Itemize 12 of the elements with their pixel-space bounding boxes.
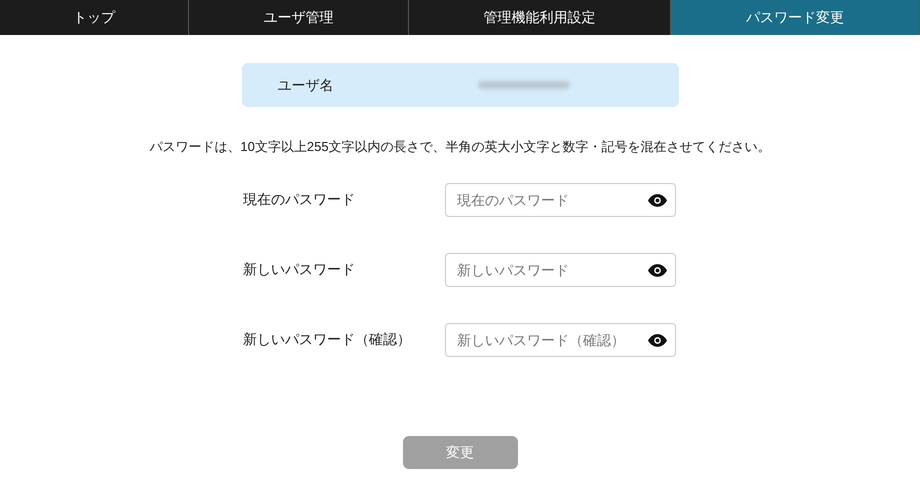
- eye-icon[interactable]: [648, 194, 667, 206]
- field-label: 現在のパスワード: [243, 190, 356, 209]
- eye-icon[interactable]: [648, 334, 667, 346]
- password-field[interactable]: 新しいパスワード（確認）: [445, 322, 676, 356]
- eye-icon[interactable]: [648, 264, 667, 276]
- password-field[interactable]: 新しいパスワード: [445, 252, 676, 286]
- field-label: 新しいパスワード（確認）: [243, 330, 412, 349]
- user-label: ユーザ名: [278, 76, 334, 94]
- password-field[interactable]: 現在のパスワード: [445, 182, 676, 216]
- nav-tab[interactable]: パスワード変更: [671, 0, 920, 35]
- instruction-text: パスワードは、10文字以上255文字以内の長さで、半角の英大小文字と数字・記号を混在させてください。: [148, 138, 772, 156]
- field-label: 新しいパスワード: [243, 260, 356, 279]
